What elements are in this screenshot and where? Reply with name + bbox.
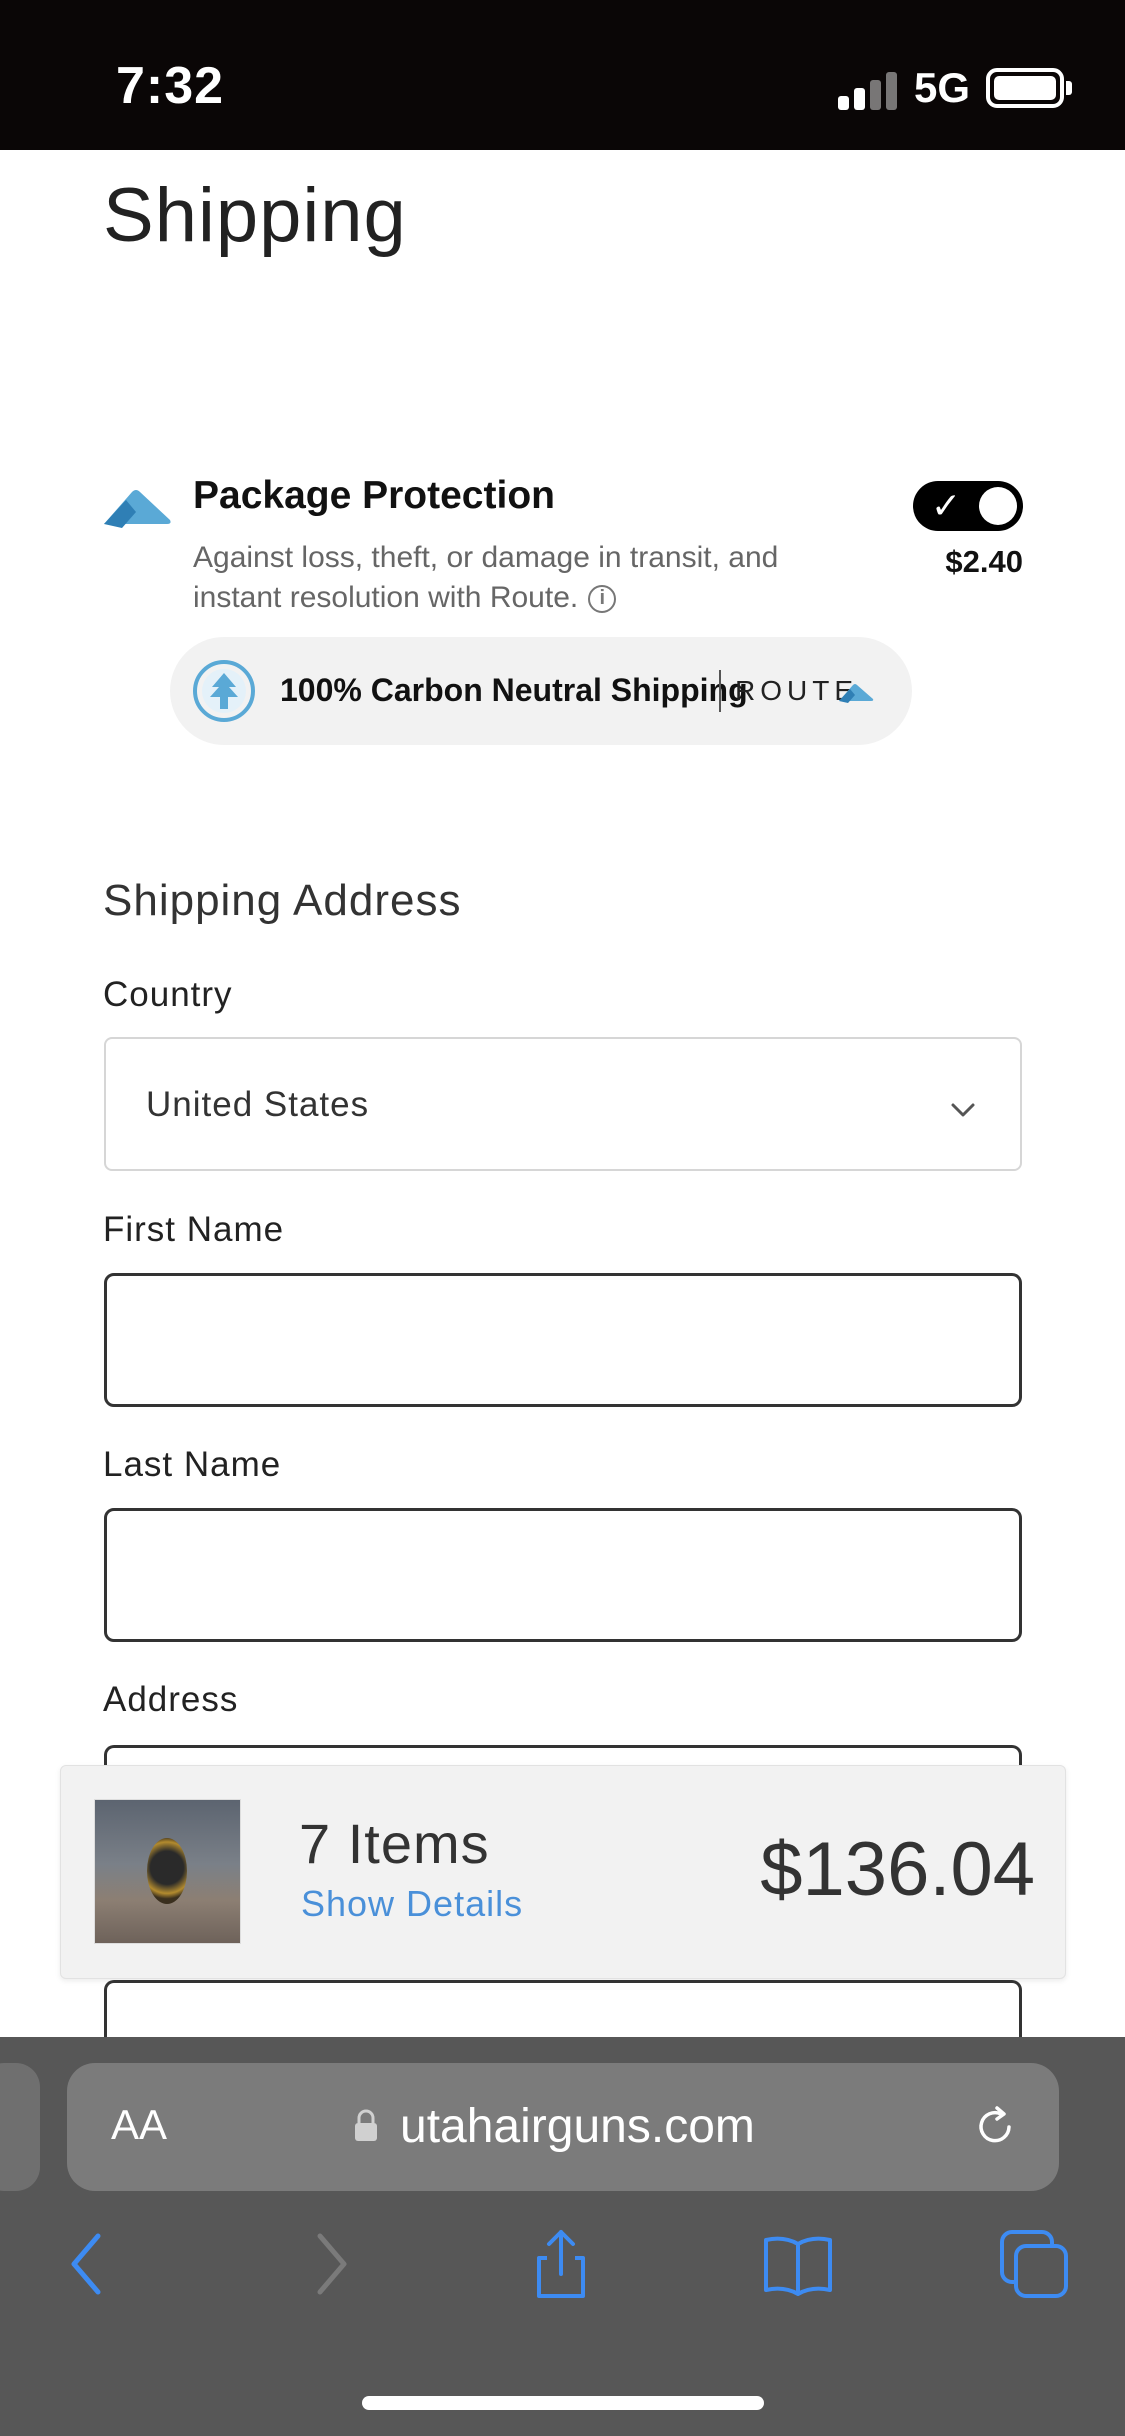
country-label: Country xyxy=(103,975,233,1014)
toggle-knob xyxy=(979,487,1017,525)
carbon-neutral-badge: 100% Carbon Neutral Shipping ROUTE xyxy=(170,637,912,745)
show-details-link[interactable]: Show Details xyxy=(301,1883,523,1925)
product-thumbnail xyxy=(94,1799,241,1944)
signal-strength-icon xyxy=(838,70,898,110)
last-name-input[interactable] xyxy=(104,1508,1022,1642)
route-mini-logo-icon xyxy=(839,684,874,703)
package-protection-title: Package Protection xyxy=(193,474,555,517)
url-text: utahairguns.com xyxy=(400,2100,755,2153)
back-icon[interactable] xyxy=(52,2228,124,2300)
status-time: 7:32 xyxy=(116,57,225,115)
address-bar[interactable]: AA utahairguns.com xyxy=(67,2063,1059,2191)
info-icon[interactable]: i xyxy=(588,585,617,614)
tabs-icon[interactable] xyxy=(998,2228,1070,2300)
page-title: Shipping xyxy=(103,173,407,258)
network-type: 5G xyxy=(914,64,971,111)
next-field-input[interactable] xyxy=(104,1980,1022,2040)
package-protection-price: $2.40 xyxy=(945,544,1023,579)
check-icon: ✓ xyxy=(931,485,962,526)
browser-toolbar: AA utahairguns.com xyxy=(0,2037,1125,2436)
order-summary-bar[interactable]: 7 Items Show Details $136.04 xyxy=(60,1765,1066,1979)
country-select[interactable]: United States xyxy=(104,1037,1022,1171)
battery-cap xyxy=(1066,81,1072,95)
lock-icon xyxy=(355,2109,377,2141)
previous-tab-peek[interactable] xyxy=(0,2063,40,2191)
package-protection-text: Against loss, theft, or damage in transi… xyxy=(193,541,779,614)
carbon-neutral-text: 100% Carbon Neutral Shipping xyxy=(280,672,748,708)
reload-icon[interactable] xyxy=(971,2103,1019,2151)
country-select-value: United States xyxy=(146,1085,370,1124)
last-name-label: Last Name xyxy=(103,1445,282,1484)
home-indicator[interactable] xyxy=(362,2396,764,2410)
address-label: Address xyxy=(103,1680,239,1719)
order-total: $136.04 xyxy=(760,1827,1035,1912)
divider xyxy=(719,670,721,712)
package-protection-description: Against loss, theft, or damage in transi… xyxy=(193,538,833,618)
share-icon[interactable] xyxy=(525,2228,597,2300)
status-bar: 7:32 5G xyxy=(0,0,1125,150)
coin-image xyxy=(147,1838,187,1904)
shipping-address-heading: Shipping Address xyxy=(103,876,462,925)
aa-label: AA xyxy=(111,2101,168,2148)
first-name-label: First Name xyxy=(103,1210,285,1249)
forward-icon xyxy=(317,2233,347,2295)
route-logo-icon xyxy=(104,490,171,528)
package-protection-toggle[interactable]: ✓ xyxy=(913,481,1023,531)
tree-icon xyxy=(193,660,255,722)
bookmarks-icon[interactable] xyxy=(762,2228,834,2300)
reader-settings-button[interactable]: AA xyxy=(111,2101,167,2149)
items-count: 7 Items xyxy=(299,1812,490,1875)
battery-icon xyxy=(986,68,1064,108)
first-name-input[interactable] xyxy=(104,1273,1022,1407)
chevron-down-icon xyxy=(951,1103,975,1117)
